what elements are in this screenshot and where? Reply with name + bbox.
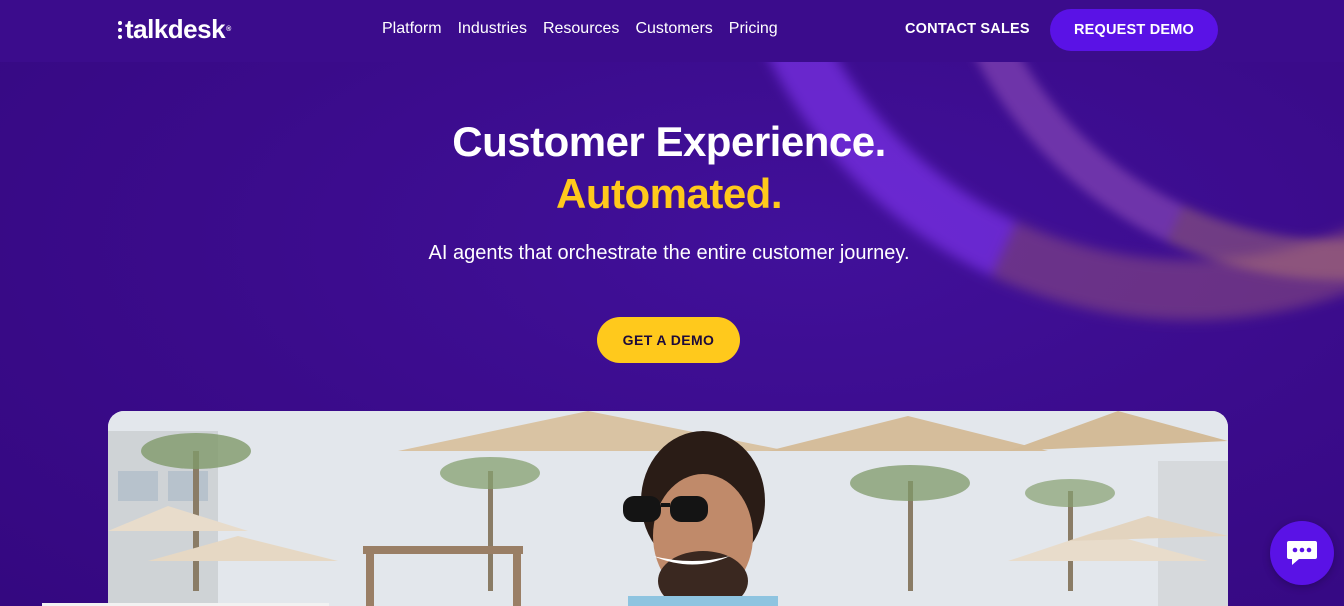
hero-subtitle: AI agents that orchestrate the entire cu… bbox=[428, 242, 910, 264]
hero-title: Customer Experience. bbox=[452, 118, 886, 165]
registered-mark: ® bbox=[226, 26, 231, 33]
decorative-arc bbox=[587, 0, 1344, 453]
top-nav: talkdesk ® Platform Industries Resources… bbox=[0, 0, 1344, 62]
hero-photo-illustration bbox=[108, 411, 1228, 606]
logo-dots-icon bbox=[118, 20, 122, 39]
hero-title-accent: Automated. bbox=[556, 170, 783, 217]
nav-link-industries[interactable]: Industries bbox=[458, 20, 527, 38]
hero-image bbox=[108, 411, 1228, 606]
nav-link-customers[interactable]: Customers bbox=[635, 20, 712, 38]
chat-button[interactable] bbox=[1270, 521, 1334, 585]
contact-sales-link[interactable]: CONTACT SALES bbox=[905, 21, 1030, 37]
nav-link-pricing[interactable]: Pricing bbox=[729, 20, 778, 38]
nav-link-resources[interactable]: Resources bbox=[543, 20, 619, 38]
page: talkdesk ® Platform Industries Resources… bbox=[0, 0, 1344, 606]
chat-bubble-icon bbox=[1287, 541, 1317, 565]
talkdesk-logo[interactable]: talkdesk ® bbox=[118, 14, 231, 45]
get-a-demo-button[interactable]: GET A DEMO bbox=[597, 317, 740, 363]
nav-link-platform[interactable]: Platform bbox=[382, 20, 442, 38]
request-demo-button[interactable]: REQUEST DEMO bbox=[1050, 9, 1218, 51]
main-menu: Platform Industries Resources Customers … bbox=[382, 20, 778, 38]
logo-text: talkdesk bbox=[125, 14, 226, 44]
